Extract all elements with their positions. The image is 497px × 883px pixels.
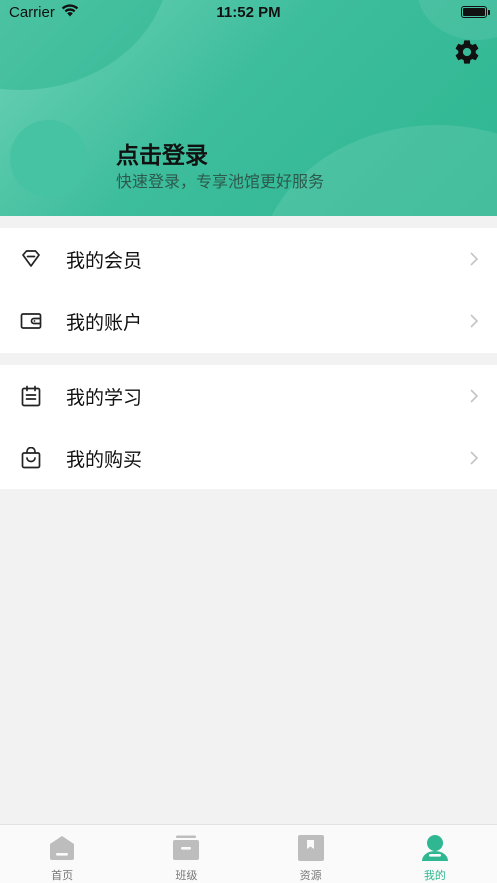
tab-label: 资源 (299, 869, 322, 882)
login-title[interactable]: 点击登录 (116, 136, 208, 170)
profile-header: Carrier 11:52 PM 点击登录 快速登录，专享池馆更好服务 (0, 0, 497, 216)
class-icon (172, 834, 200, 862)
menu-item-label: 我的购买 (66, 448, 143, 471)
menu-item-label: 我的学习 (66, 386, 143, 409)
status-time: 11:52 PM (216, 4, 281, 21)
chevron-right-icon (469, 251, 479, 267)
settings-gear-icon[interactable] (453, 38, 481, 66)
menu-item-label: 我的账户 (66, 311, 143, 334)
tab-class[interactable]: 班级 (124, 825, 248, 883)
menu-item-membership[interactable]: 我的会员 (0, 228, 497, 290)
home-icon (48, 834, 76, 862)
diamond-icon (20, 248, 42, 270)
tab-label: 首页 (51, 869, 74, 882)
menu-item-label: 我的会员 (66, 249, 143, 272)
tab-label: 班级 (175, 869, 198, 882)
avatar[interactable] (10, 120, 87, 197)
book-icon (297, 834, 325, 862)
profile-screen: Carrier 11:52 PM 点击登录 快速登录，专享池馆更好服务 我的会员… (0, 0, 497, 883)
profile-icon (421, 834, 449, 862)
wallet-icon (20, 310, 42, 332)
status-bar: Carrier 11:52 PM (0, 0, 497, 26)
bottom-tab-bar: 首页 班级 资源 我的 (0, 824, 497, 883)
tab-home[interactable]: 首页 (0, 825, 124, 883)
menu-group-activity: 我的学习 我的购买 (0, 365, 497, 489)
tab-profile[interactable]: 我的 (373, 825, 497, 883)
shopping-bag-icon (20, 446, 42, 469)
chevron-right-icon (469, 388, 479, 404)
menu-item-learning[interactable]: 我的学习 (0, 365, 497, 427)
calendar-icon (20, 385, 42, 407)
battery-icon (461, 6, 490, 18)
chevron-right-icon (469, 450, 479, 466)
tab-resources[interactable]: 资源 (249, 825, 373, 883)
menu-item-account[interactable]: 我的账户 (0, 290, 497, 352)
menu-group-account: 我的会员 我的账户 (0, 228, 497, 353)
chevron-right-icon (469, 313, 479, 329)
tab-label: 我的 (423, 869, 446, 882)
menu-item-purchases[interactable]: 我的购买 (0, 427, 497, 489)
login-subtitle: 快速登录，专享池馆更好服务 (116, 172, 325, 191)
